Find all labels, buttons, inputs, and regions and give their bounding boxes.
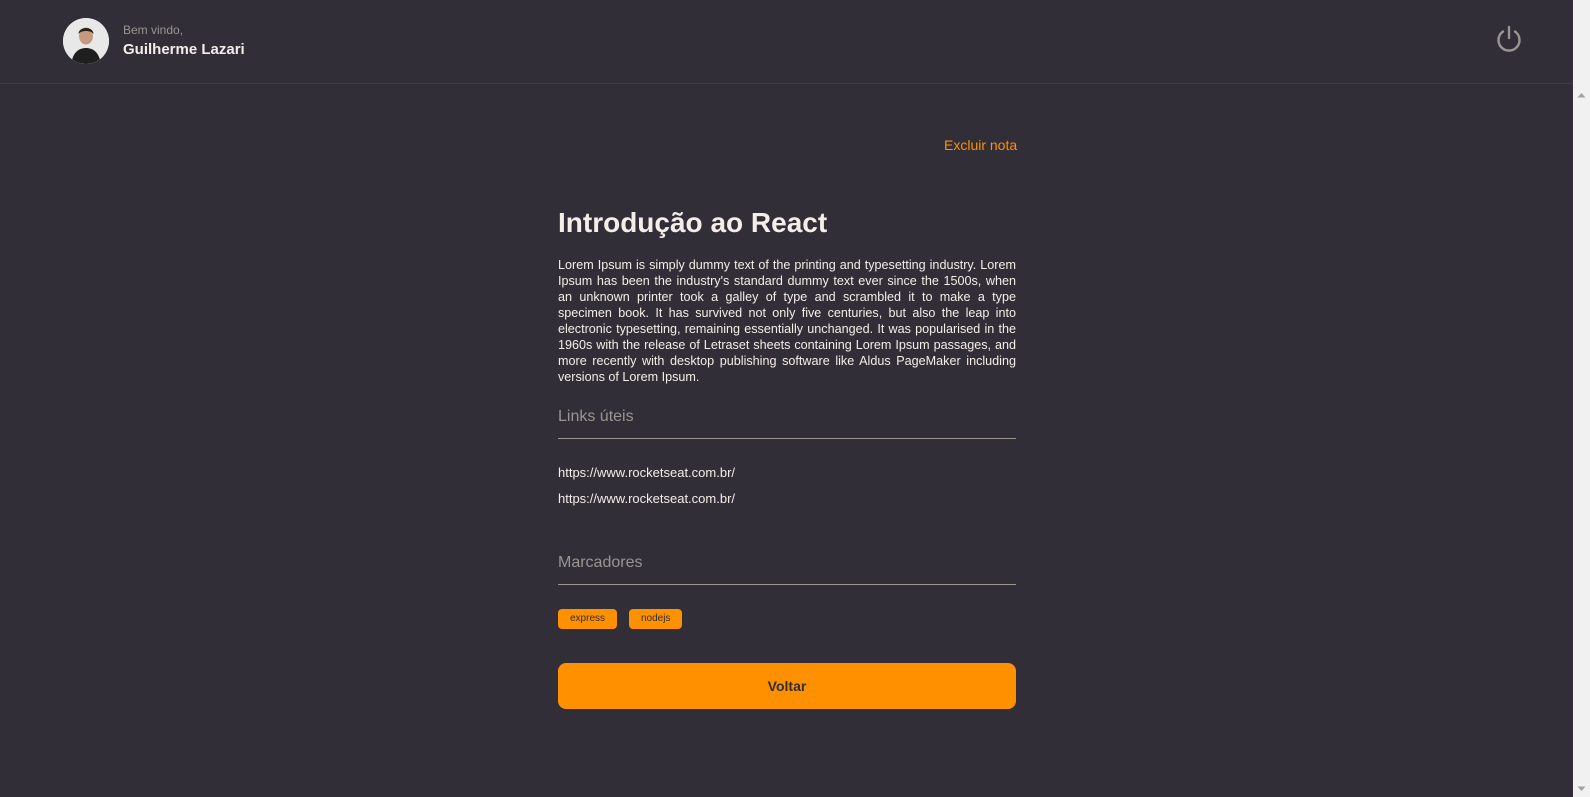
links-section-title: Links úteis bbox=[558, 408, 1016, 439]
header: Bem vindo, Guilherme Lazari bbox=[0, 0, 1573, 84]
scroll-up-button[interactable] bbox=[1573, 86, 1590, 103]
welcome-label: Bem vindo, bbox=[123, 23, 184, 37]
scroll-down-button[interactable] bbox=[1573, 780, 1590, 797]
tags-section-title: Marcadores bbox=[558, 554, 1016, 585]
note-description: Lorem Ipsum is simply dummy text of the … bbox=[558, 258, 1016, 384]
user-name[interactable]: Guilherme Lazari bbox=[123, 41, 245, 58]
avatar[interactable] bbox=[63, 18, 109, 64]
arrow-down-icon bbox=[1577, 786, 1586, 791]
tag-badge: express bbox=[558, 609, 618, 629]
power-icon bbox=[1497, 25, 1521, 52]
tag-badge: nodejs bbox=[629, 609, 683, 629]
useful-link[interactable]: https://www.rocketseat.com.br/ bbox=[558, 491, 735, 506]
note-title: Introdução ao React bbox=[558, 207, 828, 238]
back-button[interactable]: Voltar bbox=[558, 663, 1016, 709]
arrow-up-icon bbox=[1577, 92, 1586, 97]
useful-link[interactable]: https://www.rocketseat.com.br/ bbox=[558, 465, 735, 480]
delete-note-button[interactable]: Excluir nota bbox=[944, 137, 1017, 153]
user-photo-icon bbox=[63, 18, 109, 64]
logout-button[interactable] bbox=[1494, 24, 1524, 54]
scrollbar[interactable] bbox=[1573, 0, 1590, 797]
